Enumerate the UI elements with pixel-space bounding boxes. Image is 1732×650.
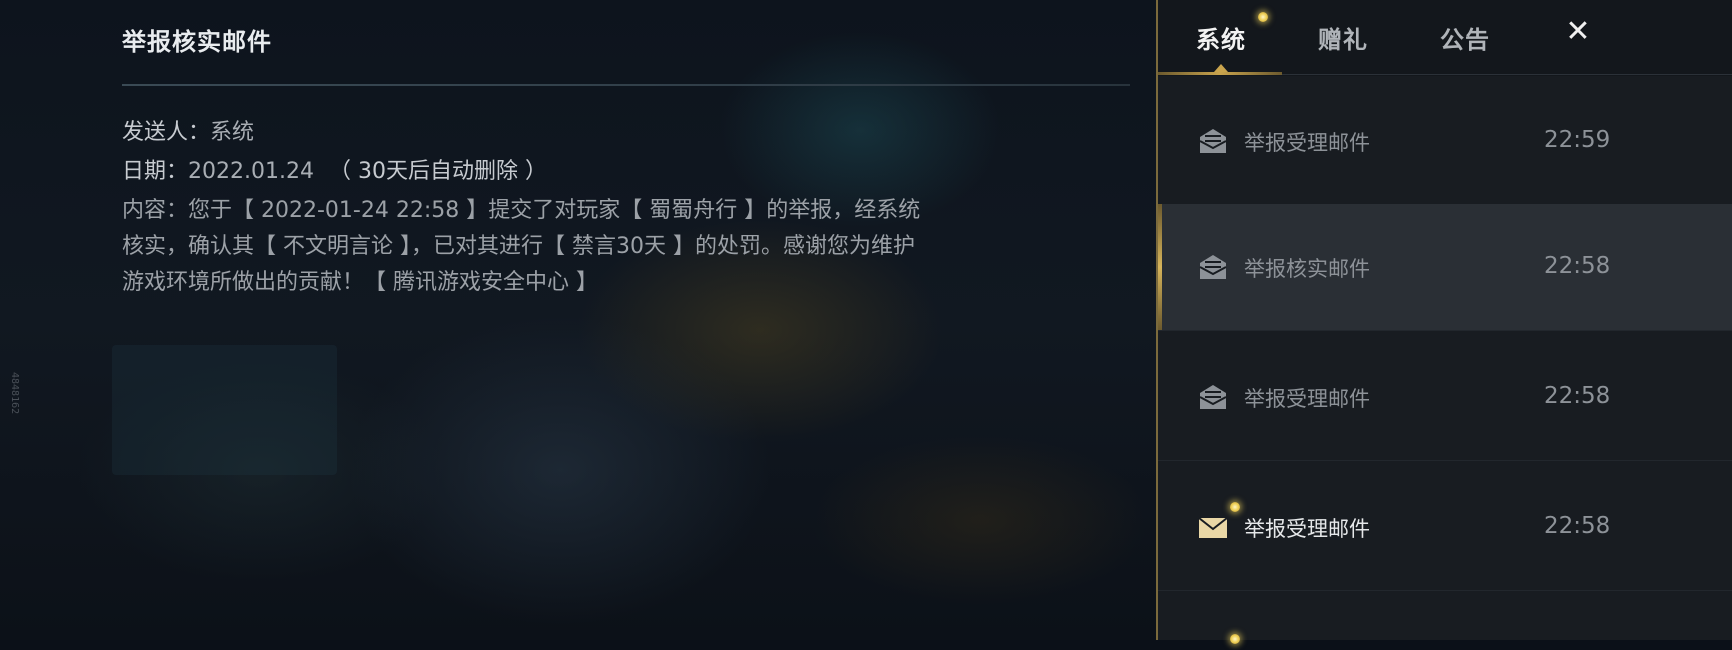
tab-gift[interactable]: 赠礼 xyxy=(1318,20,1368,55)
mail-list-item[interactable]: 举报受理邮件 22:59 xyxy=(1158,78,1732,205)
mail-tabs: 系统 赠礼 公告 ✕ xyxy=(1158,0,1732,76)
mail-subject: 举报受理邮件 xyxy=(1244,131,1370,155)
close-icon[interactable]: ✕ xyxy=(1562,16,1594,48)
mail-subject: 举报核实邮件 xyxy=(1244,257,1370,281)
mail-list-item[interactable]: 举报受理邮件 22:58 xyxy=(1158,334,1732,461)
side-watermark: 4848162 xyxy=(9,372,20,415)
detail-divider xyxy=(122,84,1130,86)
unread-dot xyxy=(1230,634,1240,644)
date-label: 日期： xyxy=(122,159,189,184)
game-backdrop xyxy=(0,0,1160,640)
mail-list-panel: 系统 赠礼 公告 ✕ 举报受理邮件 22:59 举报核实邮件 22:58 举报受理邮件 2… xyxy=(1156,0,1732,644)
tab-system[interactable]: 系统 xyxy=(1196,20,1246,55)
active-tab-caret-icon xyxy=(1214,64,1228,72)
date-line: 日期：2022.01.24 （ 30天后自动删除 ） xyxy=(122,153,547,185)
mail-opened-icon xyxy=(1198,383,1228,411)
tab-announcement[interactable]: 公告 xyxy=(1440,20,1490,55)
mail-list-item-partial[interactable] xyxy=(1158,590,1732,650)
sender-value: 系统 xyxy=(210,120,255,145)
date-note: （ 30天后自动删除 ） xyxy=(328,159,547,184)
mail-detail-title: 举报核实邮件 xyxy=(122,28,272,56)
mail-time: 22:58 xyxy=(1544,513,1611,539)
mail-list-item[interactable]: 举报受理邮件 22:58 xyxy=(1158,464,1732,591)
mail-subject: 举报受理邮件 xyxy=(1244,517,1370,541)
unread-dot xyxy=(1230,502,1240,512)
active-tab-underline xyxy=(1158,72,1282,75)
mail-subject: 举报受理邮件 xyxy=(1244,387,1370,411)
selected-indicator xyxy=(1158,204,1162,330)
content-body: 您于【 2022-01-24 22:58 】提交了对玩家【 蜀蜀舟行 】的举报，… xyxy=(122,198,921,295)
mail-time: 22:58 xyxy=(1544,253,1611,279)
mail-time: 22:58 xyxy=(1544,383,1611,409)
tab-system-notification-dot xyxy=(1258,12,1268,22)
mail-content: 内容：您于【 2022-01-24 22:58 】提交了对玩家【 蜀蜀舟行 】的… xyxy=(122,193,922,301)
mail-list-item[interactable]: 举报核实邮件 22:58 xyxy=(1158,204,1732,331)
mail-unread-icon xyxy=(1198,513,1228,541)
date-value: 2022.01.24 xyxy=(188,159,314,184)
mail-opened-icon xyxy=(1198,253,1228,281)
content-label: 内容： xyxy=(122,198,189,223)
mail-time: 22:59 xyxy=(1544,127,1611,153)
mail-opened-icon xyxy=(1198,127,1228,155)
sender-label: 发送人： xyxy=(122,120,211,145)
sender-line: 发送人：系统 xyxy=(122,114,254,146)
